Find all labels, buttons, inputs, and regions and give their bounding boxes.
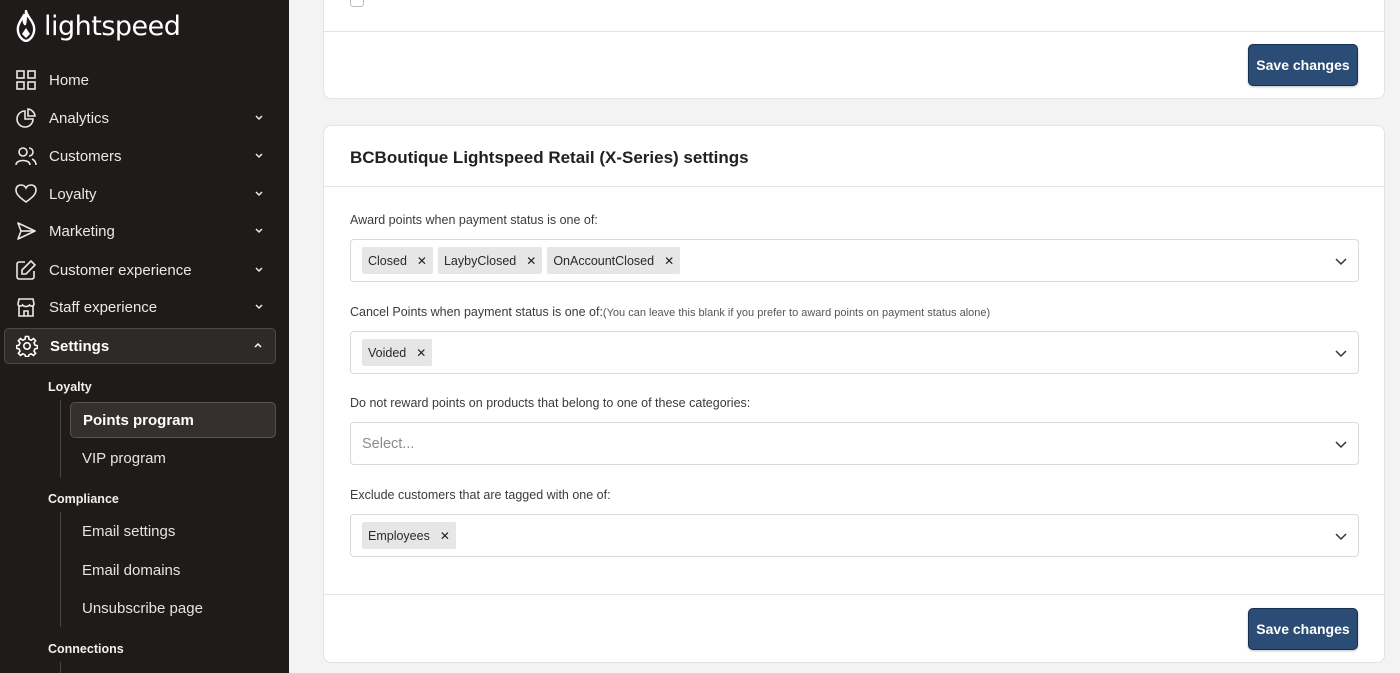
chip-laybyclosed: LaybyClosed ✕ bbox=[437, 247, 543, 274]
field-label-text: Do not reward points on products that be… bbox=[350, 396, 751, 410]
grid-icon bbox=[15, 69, 37, 91]
edit-icon bbox=[15, 259, 37, 281]
settings-section-connections: Connections bbox=[48, 642, 124, 656]
remove-chip-icon[interactable]: ✕ bbox=[440, 529, 450, 543]
sidebar-item-marketing[interactable]: Marketing bbox=[4, 213, 276, 249]
field-hint: (You can leave this blank if you prefer … bbox=[602, 307, 991, 319]
sidebar-item-customers[interactable]: Customers bbox=[4, 138, 276, 174]
brand-name: lightspeed bbox=[44, 10, 181, 42]
remove-chip-icon[interactable]: ✕ bbox=[526, 254, 536, 268]
card-title: BCBoutique Lightspeed Retail (X-Series) … bbox=[350, 148, 749, 167]
points-settings-card: Save changes bbox=[323, 0, 1385, 99]
sidebar-item-label: Settings bbox=[50, 337, 110, 355]
submenu-guide-line bbox=[60, 400, 61, 478]
sidebar-item-label: VIP program bbox=[82, 449, 166, 467]
chip-onaccountclosed: OnAccountClosed ✕ bbox=[547, 247, 681, 274]
chevron-up-icon bbox=[254, 342, 262, 348]
card-divider bbox=[324, 186, 1384, 187]
remove-chip-icon[interactable]: ✕ bbox=[416, 346, 426, 360]
chevron-down-icon bbox=[255, 115, 263, 121]
sidebar-item-label: Home bbox=[49, 71, 90, 89]
pie-chart-icon bbox=[15, 107, 37, 129]
field-label-text: Cancel Points when payment status is one… bbox=[350, 305, 603, 319]
award-status-label: Award points when payment status is one … bbox=[350, 213, 598, 227]
sidebar-item-vip-program[interactable]: VIP program bbox=[70, 440, 276, 476]
gear-icon bbox=[16, 335, 38, 357]
submenu-guide-line bbox=[60, 662, 61, 673]
sidebar: lightspeed Home Analytics Customers Loya… bbox=[0, 0, 289, 673]
xseries-settings-card: BCBoutique Lightspeed Retail (X-Series) … bbox=[323, 125, 1385, 663]
settings-section-loyalty: Loyalty bbox=[48, 380, 92, 394]
save-button[interactable]: Save changes bbox=[1248, 44, 1358, 86]
excluded-tags-label: Exclude customers that are tagged with o… bbox=[350, 488, 611, 502]
sidebar-item-staff-experience[interactable]: Staff experience bbox=[4, 289, 276, 325]
chevron-down-icon bbox=[255, 267, 263, 273]
chip-label: LaybyClosed bbox=[443, 253, 517, 268]
chip-label: Employees bbox=[368, 528, 430, 543]
store-icon bbox=[15, 296, 37, 318]
chevron-down-icon[interactable] bbox=[1334, 529, 1348, 543]
option-checkbox[interactable] bbox=[350, 0, 364, 7]
send-icon bbox=[15, 220, 37, 242]
card-divider bbox=[324, 594, 1384, 595]
sidebar-item-label: Staff experience bbox=[49, 298, 158, 316]
sidebar-item-label: Analytics bbox=[49, 109, 110, 127]
chip-label: Closed bbox=[368, 253, 407, 268]
chevron-down-icon[interactable] bbox=[1334, 437, 1348, 451]
brand-logo[interactable]: lightspeed bbox=[14, 10, 181, 42]
chevron-down-icon bbox=[255, 304, 263, 310]
chip-voided: Voided ✕ bbox=[362, 339, 433, 366]
sidebar-item-label: Unsubscribe page bbox=[82, 599, 203, 617]
excluded-tags-select[interactable]: Employees ✕ bbox=[350, 514, 1359, 557]
sidebar-item-customer-experience[interactable]: Customer experience bbox=[4, 252, 276, 288]
cancel-status-select[interactable]: Voided ✕ bbox=[350, 331, 1359, 374]
sidebar-item-email-domains[interactable]: Email domains bbox=[70, 552, 276, 588]
save-button[interactable]: Save changes bbox=[1248, 608, 1358, 650]
field-label-text: Award points when payment status is one … bbox=[350, 213, 598, 227]
sidebar-item-settings[interactable]: Settings bbox=[4, 328, 276, 364]
sidebar-item-analytics[interactable]: Analytics bbox=[4, 100, 276, 136]
card-divider bbox=[324, 31, 1384, 32]
sidebar-item-unsubscribe-page[interactable]: Unsubscribe page bbox=[70, 590, 276, 626]
chevron-down-icon bbox=[255, 153, 263, 159]
sidebar-item-loyalty[interactable]: Loyalty bbox=[4, 176, 276, 212]
chevron-down-icon bbox=[255, 191, 263, 197]
sidebar-item-label: Customer experience bbox=[49, 261, 192, 279]
settings-section-compliance: Compliance bbox=[48, 492, 119, 506]
chevron-down-icon[interactable] bbox=[1334, 346, 1348, 360]
sidebar-item-label: Email domains bbox=[82, 561, 181, 579]
users-icon bbox=[15, 145, 37, 167]
remove-chip-icon[interactable]: ✕ bbox=[664, 254, 674, 268]
excluded-categories-select[interactable]: Select... bbox=[350, 422, 1359, 465]
chevron-down-icon[interactable] bbox=[1334, 254, 1348, 268]
chip-employees: Employees ✕ bbox=[362, 522, 456, 549]
chevron-down-icon bbox=[255, 228, 263, 234]
sidebar-item-label: Customers bbox=[49, 147, 122, 165]
submenu-guide-line bbox=[60, 512, 61, 627]
chip-label: Voided bbox=[368, 345, 407, 360]
sidebar-item-points-program[interactable]: Points program bbox=[70, 402, 276, 438]
excluded-categories-label: Do not reward points on products that be… bbox=[350, 396, 750, 410]
sidebar-item-label: Marketing bbox=[49, 222, 115, 240]
sidebar-item-home[interactable]: Home bbox=[4, 62, 276, 98]
field-label-text: Exclude customers that are tagged with o… bbox=[350, 488, 611, 502]
select-placeholder: Select... bbox=[362, 435, 415, 452]
remove-chip-icon[interactable]: ✕ bbox=[417, 254, 427, 268]
sidebar-item-label: Points program bbox=[83, 411, 194, 429]
heart-icon bbox=[15, 183, 37, 205]
sidebar-item-label: Loyalty bbox=[49, 185, 97, 203]
sidebar-item-email-settings[interactable]: Email settings bbox=[70, 513, 276, 549]
sidebar-item-label: Email settings bbox=[82, 522, 176, 540]
cancel-status-label: Cancel Points when payment status is one… bbox=[350, 305, 990, 319]
award-status-select[interactable]: Closed ✕ LaybyClosed ✕ OnAccountClosed ✕ bbox=[350, 239, 1359, 282]
chip-closed: Closed ✕ bbox=[362, 247, 433, 274]
flame-logo-icon bbox=[16, 10, 36, 42]
chip-label: OnAccountClosed bbox=[553, 253, 655, 268]
